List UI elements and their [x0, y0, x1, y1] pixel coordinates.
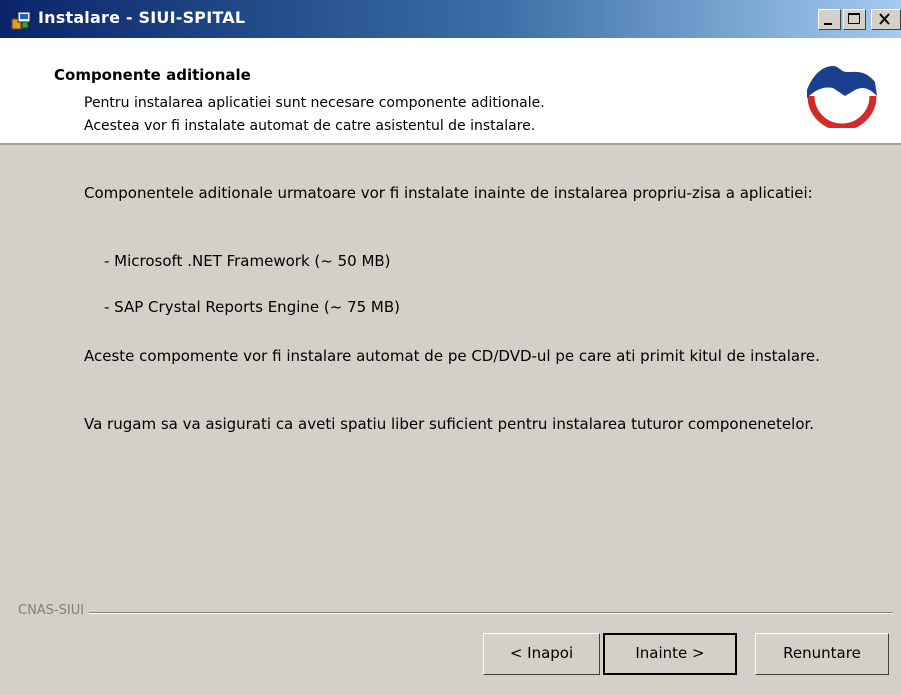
header-description-line-2: Acestea vor fi instalate automat de catr…: [84, 118, 536, 134]
maximize-icon: [848, 13, 860, 24]
header-description-line-1: Pentru instalarea aplicatiei sunt necesa…: [84, 95, 545, 111]
component-item-crystal-reports: - SAP Crystal Reports Engine (~ 75 MB): [104, 298, 401, 316]
content-paragraph-1: Componentele aditionale urmatoare vor fi…: [84, 184, 813, 202]
component-item-dotnet: - Microsoft .NET Framework (~ 50 MB): [104, 252, 391, 270]
close-button[interactable]: [871, 9, 901, 30]
content-paragraph-2: Aceste compomente vor fi instalare autom…: [84, 347, 820, 365]
cancel-button[interactable]: Renuntare: [755, 633, 889, 675]
installer-app-icon[interactable]: [11, 10, 33, 30]
next-button[interactable]: Inainte >: [603, 633, 737, 675]
footer-divider: [18, 612, 893, 614]
minimize-icon: [824, 23, 832, 25]
installer-window: Instalare - SIUI-SPITAL Componente aditi…: [0, 0, 901, 695]
page-title: Componente aditionale: [54, 66, 251, 84]
close-icon: [879, 13, 890, 25]
cnas-logo-icon: [807, 66, 877, 128]
footer-group-label: CNAS-SIUI: [18, 603, 90, 618]
wizard-header: Componente aditionale Pentru instalarea …: [0, 38, 901, 145]
minimize-button[interactable]: [818, 9, 841, 30]
window-title: Instalare - SIUI-SPITAL: [38, 8, 246, 27]
back-button[interactable]: < Inapoi: [483, 633, 600, 675]
maximize-button[interactable]: [843, 9, 866, 30]
title-bar[interactable]: Instalare - SIUI-SPITAL: [0, 0, 901, 38]
content-paragraph-3: Va rugam sa va asigurati ca aveti spatiu…: [84, 415, 815, 433]
